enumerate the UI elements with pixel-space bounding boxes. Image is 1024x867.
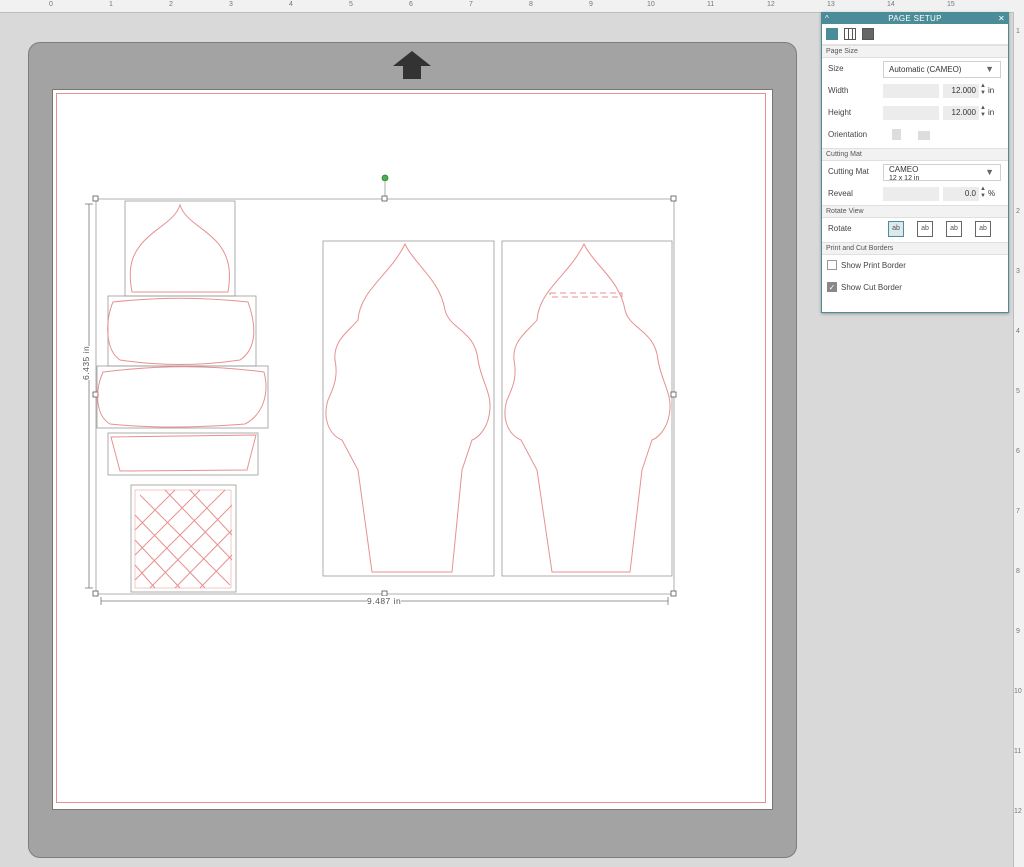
height-dimension-label: 6.435 in [81,345,91,380]
tab-page-setup-icon[interactable] [826,28,838,40]
resize-handle-top-left[interactable] [92,195,99,202]
size-dropdown[interactable]: Automatic (CAMEO) ▼ [883,61,1001,78]
close-icon[interactable]: ✕ [998,13,1005,24]
cut-border-row: ✓ Show Cut Border [822,277,1008,299]
height-stepper-icon[interactable]: ▲ ▼ [980,105,986,119]
shape-slot [549,292,623,298]
panel-tabs [822,24,1008,45]
rotate-90-icon[interactable]: ab [917,221,933,237]
width-input[interactable]: 12.000 [943,84,979,98]
reveal-unit: % [988,189,996,198]
piece-box-band[interactable] [107,432,259,476]
rotate-180-icon[interactable]: ab [946,221,962,237]
tab-grid-icon[interactable] [844,28,856,40]
piece-box-icecream-front[interactable] [322,240,495,577]
shape-scoop-1 [107,297,255,365]
show-cut-border-label: Show Cut Border [841,283,902,292]
orientation-row: Orientation [822,124,1008,148]
shape-cone-lattice [134,489,233,589]
rotate-row: Rotate ab ab ab ab [822,218,1008,242]
section-page-size: Page Size [822,45,1008,58]
cutting-mat-row: Cutting Mat CAMEO 12 x 12 in ▼ [822,161,1008,183]
reveal-row: Reveal 0.0 ▲ ▼ % [822,183,1008,205]
cutting-mat-dropdown[interactable]: CAMEO 12 x 12 in ▼ [883,164,1001,182]
height-slider[interactable] [883,106,939,120]
panel-title: PAGE SETUP [888,14,942,23]
height-label: Height [828,108,852,117]
print-border-row: Show Print Border [822,255,1008,277]
width-unit: in [988,86,995,95]
shape-scoop-2 [97,366,267,428]
piece-box-icecream-back[interactable] [501,240,673,577]
size-label: Size [828,64,844,73]
resize-handle-top[interactable] [381,195,388,202]
reveal-label: Reveal [828,189,853,198]
tab-background-icon[interactable] [862,28,874,40]
shape-icecream-back [504,242,671,573]
width-label: Width [828,86,849,95]
piece-box-scoop-1[interactable] [107,295,257,367]
chevron-down-icon: ▼ [985,167,994,177]
resize-handle-right[interactable] [670,391,677,398]
cutting-mat-size: 12 x 12 in [889,175,920,182]
piece-box-scoop-2[interactable] [96,365,269,429]
rotate-0-icon[interactable]: ab [888,221,904,237]
reveal-slider[interactable] [883,187,939,201]
shape-cone-band [110,434,257,472]
rotate-270-icon[interactable]: ab [975,221,991,237]
panel-title-bar[interactable]: ^ PAGE SETUP ✕ [822,13,1008,24]
rotate-label: Rotate [828,224,852,233]
reveal-stepper-icon[interactable]: ▲ ▼ [980,186,986,200]
shape-swirl-top [129,203,231,293]
resize-handle-bottom-right[interactable] [670,590,677,597]
rotate-handle[interactable] [381,174,389,182]
collapse-icon[interactable]: ^ [825,13,829,24]
cutting-mat-value: CAMEO [889,165,919,174]
cutting-mat-label: Cutting Mat [828,167,869,176]
show-print-border-label: Show Print Border [841,261,906,270]
width-row: Width 12.000 ▲ ▼ in [822,80,1008,102]
section-cutting-mat: Cutting Mat [822,148,1008,161]
landscape-icon[interactable] [918,131,930,140]
height-row: Height 12.000 ▲ ▼ in [822,102,1008,124]
reveal-input[interactable]: 0.0 [943,187,979,201]
piece-box-top[interactable] [124,200,236,297]
width-dimension-label: 9.487 in [367,596,402,606]
size-row: Size Automatic (CAMEO) ▼ [822,58,1008,80]
section-rotate-view: Rotate View [822,205,1008,218]
height-input[interactable]: 12.000 [943,106,979,120]
height-unit: in [988,108,995,117]
shape-icecream-front [325,242,491,573]
page-setup-panel: ^ PAGE SETUP ✕ Page Size Size Automatic … [821,12,1009,313]
resize-handle-bottom-left[interactable] [92,590,99,597]
width-stepper-icon[interactable]: ▲ ▼ [980,83,986,97]
size-value: Automatic (CAMEO) [889,65,962,74]
resize-handle-top-right[interactable] [670,195,677,202]
show-cut-border-checkbox[interactable]: ✓ [827,282,837,292]
portrait-icon[interactable] [892,129,901,140]
chevron-down-icon: ▼ [985,64,994,74]
width-slider[interactable] [883,84,939,98]
show-print-border-checkbox[interactable] [827,260,837,270]
section-borders: Print and Cut Borders [822,242,1008,255]
orientation-label: Orientation [828,130,868,139]
